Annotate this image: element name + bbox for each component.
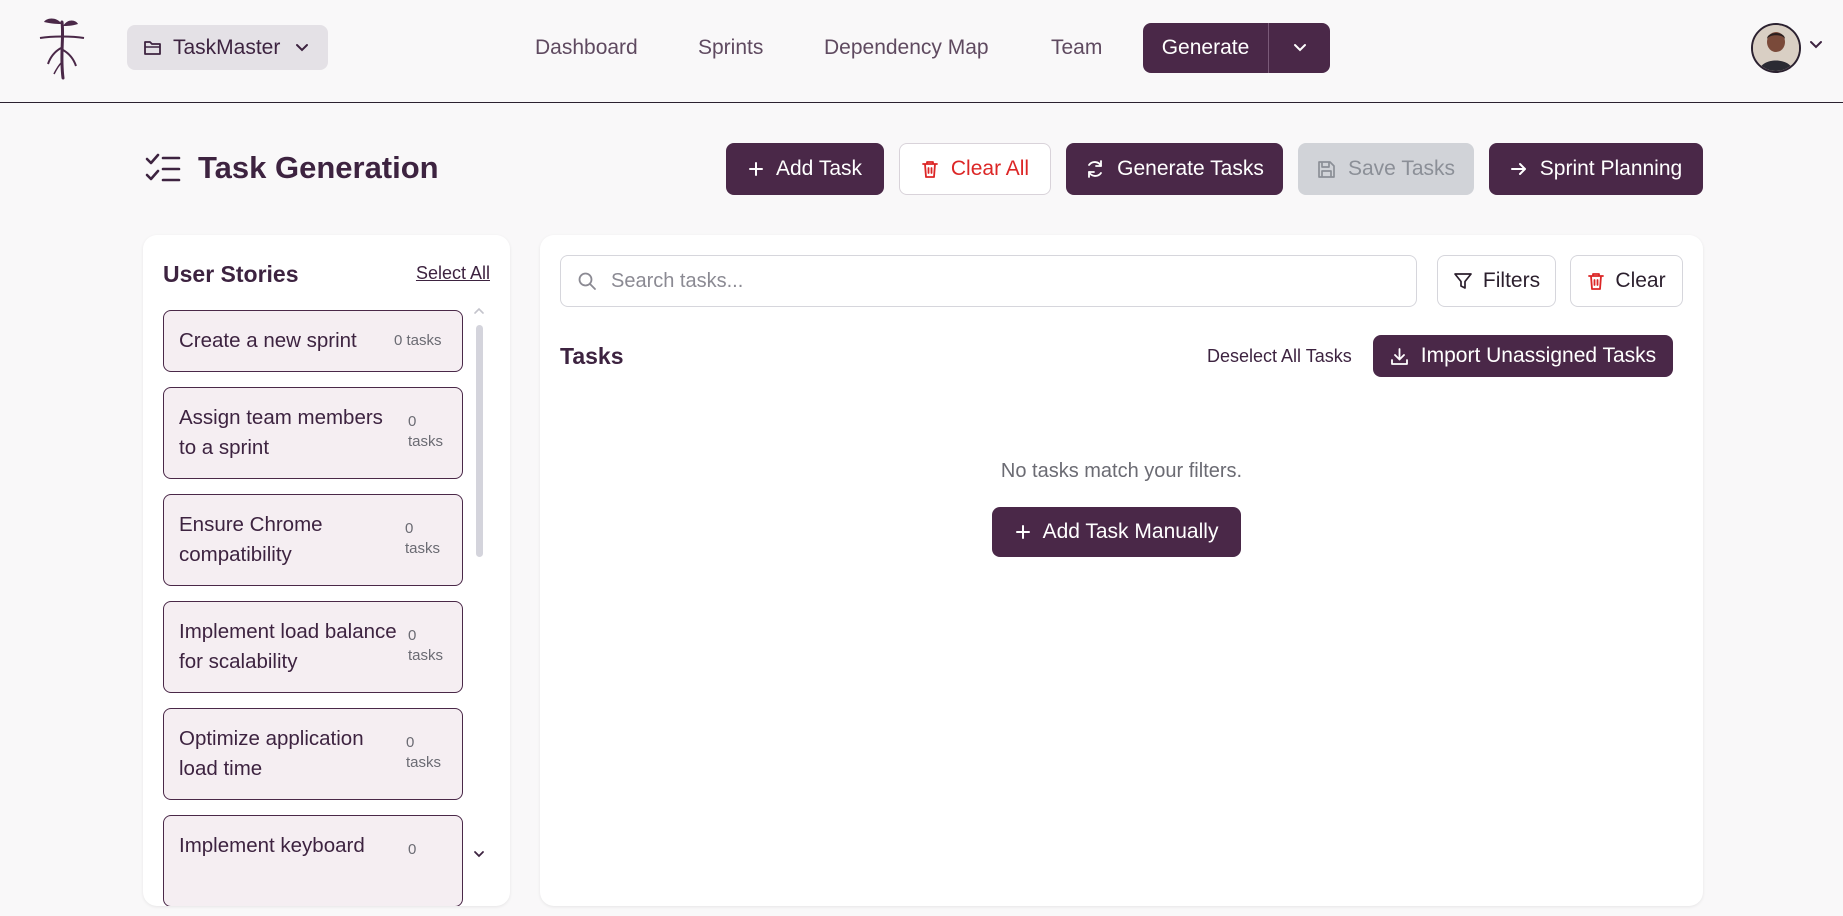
sprint-planning-button[interactable]: Sprint Planning: [1489, 143, 1703, 195]
nav-team[interactable]: Team: [1051, 36, 1102, 60]
search-icon: [578, 272, 596, 290]
story-title: Implement keyboard: [179, 834, 365, 857]
search-box: [560, 255, 1417, 307]
refresh-icon: [1088, 160, 1103, 178]
clear-filters-button[interactable]: Clear: [1570, 255, 1683, 307]
deselect-all-tasks-button[interactable]: Deselect All Tasks: [1207, 346, 1352, 367]
trash-icon: [1588, 273, 1605, 290]
stories-scrollbar[interactable]: [476, 325, 483, 557]
plus-icon: [1015, 525, 1030, 539]
project-name: TaskMaster: [173, 35, 281, 59]
nav-sprints[interactable]: Sprints: [698, 36, 763, 60]
story-card[interactable]: Ensure Chrome compatibility 0 tasks: [163, 494, 463, 586]
story-title: Ensure Chrome: [179, 513, 323, 536]
chevron-down-icon: [1293, 44, 1306, 52]
sprint-planning-label: Sprint Planning: [1539, 157, 1683, 180]
save-icon: [1318, 160, 1335, 178]
list-checks-icon: [145, 153, 181, 182]
story-title: Optimize application: [179, 727, 364, 750]
add-task-manually-button[interactable]: Add Task Manually: [992, 507, 1241, 557]
user-avatar[interactable]: [1751, 23, 1801, 73]
story-task-count-unit: tasks: [406, 754, 442, 771]
story-title: Create a new sprint: [179, 329, 357, 352]
story-task-count-unit: tasks: [405, 540, 441, 557]
tasks-panel: Filters Clear Tasks Deselect All Tasks I…: [540, 235, 1703, 906]
user-stories-panel: User Stories Select All Create a new spr…: [143, 235, 510, 906]
clear-label: Clear: [1615, 269, 1666, 292]
empty-state-message: No tasks match your filters.: [1000, 460, 1243, 482]
trash-icon: [921, 161, 938, 178]
project-selector[interactable]: TaskMaster: [127, 25, 328, 70]
story-task-count: 0 tasks: [394, 332, 442, 349]
clear-all-button[interactable]: Clear All: [899, 143, 1051, 195]
search-input[interactable]: [611, 269, 1391, 293]
folder-icon: [144, 40, 161, 55]
scroll-up-icon[interactable]: [473, 307, 485, 315]
story-task-count: 0: [408, 627, 417, 644]
filters-button[interactable]: Filters: [1437, 255, 1556, 307]
story-title: Implement load balance: [179, 620, 397, 643]
download-icon: [1390, 347, 1408, 365]
story-task-count: 0: [408, 413, 417, 430]
generate-menu-toggle[interactable]: [1269, 23, 1330, 73]
generate-split-button: Generate: [1143, 23, 1330, 73]
user-stories-title: User Stories: [163, 261, 299, 287]
story-task-count: 0: [405, 520, 414, 537]
import-unassigned-tasks-button[interactable]: Import Unassigned Tasks: [1373, 335, 1673, 377]
tasks-heading: Tasks: [560, 343, 624, 369]
story-card[interactable]: Assign team members to a sprint 0 tasks: [163, 387, 463, 479]
add-task-button[interactable]: Add Task: [726, 143, 884, 195]
story-card[interactable]: Implement keyboard 0: [163, 815, 463, 906]
story-task-count: 0: [406, 734, 415, 751]
story-card[interactable]: Implement load balance for scalability 0…: [163, 601, 463, 693]
arrow-right-icon: [1510, 163, 1526, 175]
story-card[interactable]: Create a new sprint 0 tasks: [163, 310, 463, 372]
filter-icon: [1454, 273, 1472, 289]
add-manually-label: Add Task Manually: [1042, 520, 1219, 543]
story-title-line2: for scalability: [179, 650, 298, 673]
add-task-label: Add Task: [776, 157, 862, 180]
story-title: Assign team members: [179, 406, 383, 429]
plus-icon: [749, 162, 763, 176]
avatar-photo: [1753, 25, 1799, 71]
story-title-line2: compatibility: [179, 543, 292, 566]
chevron-down-icon: [296, 43, 309, 51]
top-navbar: TaskMaster Dashboard Sprints Dependency …: [0, 0, 1843, 103]
select-all-link[interactable]: Select All: [416, 263, 490, 284]
scroll-down-icon[interactable]: [473, 850, 485, 858]
import-label: Import Unassigned Tasks: [1420, 344, 1657, 367]
filters-label: Filters: [1482, 269, 1541, 292]
generate-button[interactable]: Generate: [1143, 23, 1269, 73]
page-title: Task Generation: [198, 150, 439, 185]
story-card[interactable]: Optimize application load time 0 tasks: [163, 708, 463, 800]
save-tasks-button[interactable]: Save Tasks: [1298, 143, 1474, 195]
generate-tasks-button[interactable]: Generate Tasks: [1066, 143, 1283, 195]
chevron-down-icon[interactable]: [1808, 40, 1824, 50]
nav-dashboard[interactable]: Dashboard: [535, 36, 638, 60]
logo-icon[interactable]: [34, 14, 90, 82]
story-title-line2: to a sprint: [179, 436, 270, 459]
clear-all-label: Clear All: [950, 157, 1030, 180]
story-task-count-unit: tasks: [408, 433, 444, 450]
story-task-count-unit: tasks: [408, 647, 444, 664]
save-tasks-label: Save Tasks: [1348, 157, 1455, 180]
story-title-line2: load time: [179, 757, 263, 780]
nav-dependency-map[interactable]: Dependency Map: [824, 36, 989, 60]
story-task-count: 0: [408, 841, 417, 858]
generate-tasks-label: Generate Tasks: [1117, 157, 1264, 180]
